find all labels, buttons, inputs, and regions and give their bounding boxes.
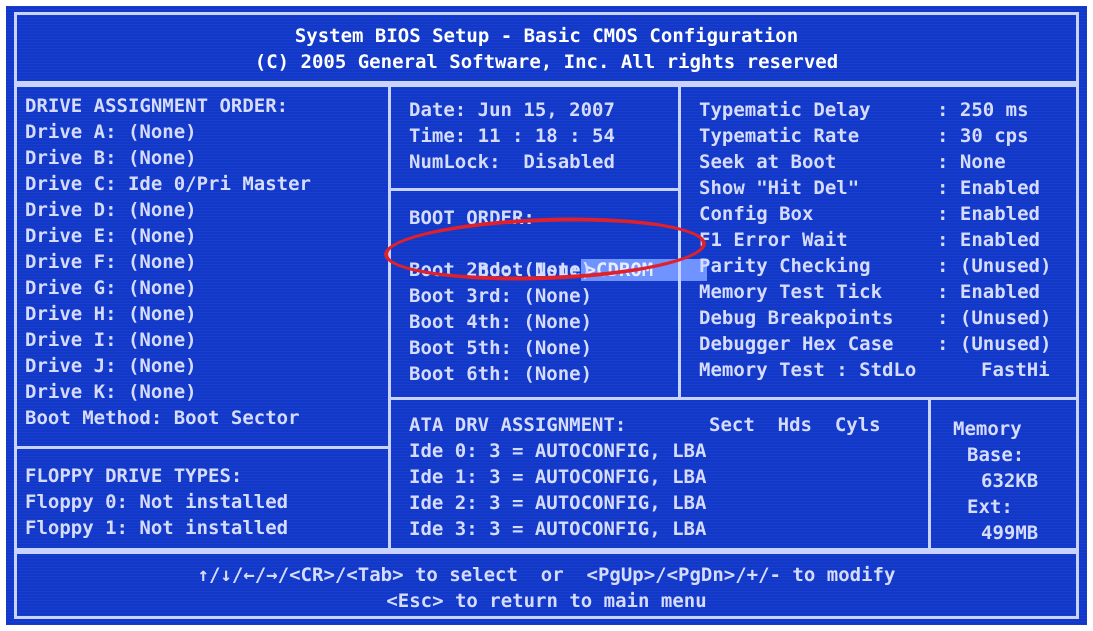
drive-c[interactable]: Drive C: Ide 0/Pri Master bbox=[25, 171, 311, 197]
drive-a[interactable]: Drive A: (None) bbox=[25, 119, 197, 145]
drive-e[interactable]: Drive E: (None) bbox=[25, 223, 197, 249]
memory-panel: Memory Base: 632KB Ext: 499MB bbox=[928, 397, 1079, 551]
datetime-panel: Date: Jun 15, 2007 Time: 11 : 18 : 54 Nu… bbox=[388, 84, 681, 191]
boot-6th[interactable]: Boot 6th: (None) bbox=[409, 361, 592, 387]
boot-5th[interactable]: Boot 5th: (None) bbox=[409, 335, 592, 361]
time-field[interactable]: Time: 11 : 18 : 54 bbox=[409, 123, 615, 149]
setting-value[interactable]: : Enabled bbox=[937, 227, 1040, 253]
setting-value[interactable]: : 250 ms bbox=[937, 97, 1029, 123]
header-copyright: (C) 2005 General Software, Inc. All righ… bbox=[254, 51, 839, 73]
setting-label: Debug Breakpoints bbox=[699, 307, 894, 329]
setting-value[interactable]: : (Unused) bbox=[937, 253, 1051, 279]
ata-ide-3[interactable]: Ide 3: 3 = AUTOCONFIG, LBA bbox=[409, 516, 706, 542]
ata-ide-1[interactable]: Ide 1: 3 = AUTOCONFIG, LBA bbox=[409, 464, 706, 490]
setting-value[interactable]: : Enabled bbox=[937, 279, 1040, 305]
setting-label: Typematic Delay bbox=[699, 99, 871, 121]
ata-ide-0[interactable]: Ide 0: 3 = AUTOCONFIG, LBA bbox=[409, 438, 706, 464]
setting-value[interactable]: : 30 cps bbox=[937, 123, 1029, 149]
drive-assignment-panel: DRIVE ASSIGNMENT ORDER: Drive A: (None) … bbox=[14, 84, 391, 449]
drive-h[interactable]: Drive H: (None) bbox=[25, 301, 197, 327]
footer-help-escape: <Esc> to return to main menu bbox=[386, 590, 707, 612]
setting-label: Memory Test : StdLo bbox=[699, 359, 917, 381]
setting-label: Parity Checking bbox=[699, 255, 871, 277]
setting-label: Debugger Hex Case bbox=[699, 333, 894, 355]
memory-ext-value: 499MB bbox=[981, 522, 1039, 544]
drive-g[interactable]: Drive G: (None) bbox=[25, 275, 197, 301]
drive-j[interactable]: Drive J: (None) bbox=[25, 353, 197, 379]
boot-3rd[interactable]: Boot 3rd: (None) bbox=[409, 283, 592, 309]
floppy-heading: FLOPPY DRIVE TYPES: bbox=[25, 465, 243, 487]
drive-i[interactable]: Drive I: (None) bbox=[25, 327, 197, 353]
setting-value[interactable]: : (Unused) bbox=[937, 305, 1051, 331]
settings-panel: Typematic Delay : 250 ms Typematic Rate … bbox=[678, 84, 1079, 400]
header-title: System BIOS Setup - Basic CMOS Configura… bbox=[294, 25, 799, 47]
drive-assignment-heading: DRIVE ASSIGNMENT ORDER: bbox=[25, 95, 289, 117]
boot-4th[interactable]: Boot 4th: (None) bbox=[409, 309, 592, 335]
floppy-0[interactable]: Floppy 0: Not installed bbox=[25, 489, 288, 515]
ata-ide-2[interactable]: Ide 2: 3 = AUTOCONFIG, LBA bbox=[409, 490, 706, 516]
setting-value[interactable]: : Enabled bbox=[937, 175, 1040, 201]
floppy-1[interactable]: Floppy 1: Not installed bbox=[25, 515, 288, 541]
date-field[interactable]: Date: Jun 15, 2007 bbox=[409, 97, 615, 123]
footer-panel: ↑/↓/←/→/<CR>/<Tab> to select or <PgUp>/<… bbox=[14, 551, 1079, 619]
setting-label: Seek at Boot bbox=[699, 151, 837, 173]
memory-base-value: 632KB bbox=[981, 470, 1039, 492]
setting-label: Memory Test Tick bbox=[699, 281, 883, 303]
setting-label: Config Box bbox=[699, 203, 814, 225]
header-panel: System BIOS Setup - Basic CMOS Configura… bbox=[14, 12, 1079, 84]
numlock-field[interactable]: NumLock: Disabled bbox=[409, 149, 615, 175]
setting-label: Show "Hit Del" bbox=[699, 177, 860, 199]
setting-value[interactable]: : Enabled bbox=[937, 201, 1040, 227]
floppy-panel: FLOPPY DRIVE TYPES: Floppy 0: Not instal… bbox=[14, 446, 391, 551]
setting-value[interactable]: : (Unused) bbox=[937, 331, 1051, 357]
ata-panel: ATA DRV ASSIGNMENT: Sect Hds Cyls Ide 0:… bbox=[388, 397, 931, 551]
boot-method[interactable]: Boot Method: Boot Sector bbox=[25, 405, 300, 431]
drive-f[interactable]: Drive F: (None) bbox=[25, 249, 197, 275]
bios-screen: System BIOS Setup - Basic CMOS Configura… bbox=[6, 6, 1087, 625]
memory-base-label: Base: bbox=[967, 444, 1025, 466]
drive-d[interactable]: Drive D: (None) bbox=[25, 197, 197, 223]
memory-heading: Memory bbox=[953, 418, 1022, 440]
ata-columns: Sect Hds Cyls bbox=[709, 414, 881, 436]
drive-k[interactable]: Drive K: (None) bbox=[25, 379, 197, 405]
setting-label: F1 Error Wait bbox=[699, 229, 848, 251]
setting-value[interactable]: FastHi bbox=[981, 357, 1050, 383]
ata-heading: ATA DRV ASSIGNMENT: bbox=[409, 414, 627, 436]
footer-help-select: ↑/↓/←/→/<CR>/<Tab> to select or <PgUp>/<… bbox=[197, 564, 896, 586]
drive-b[interactable]: Drive B: (None) bbox=[25, 145, 197, 171]
setting-label: Typematic Rate bbox=[699, 125, 860, 147]
setting-value[interactable]: : None bbox=[937, 149, 1006, 175]
memory-ext-label: Ext: bbox=[967, 496, 1013, 518]
